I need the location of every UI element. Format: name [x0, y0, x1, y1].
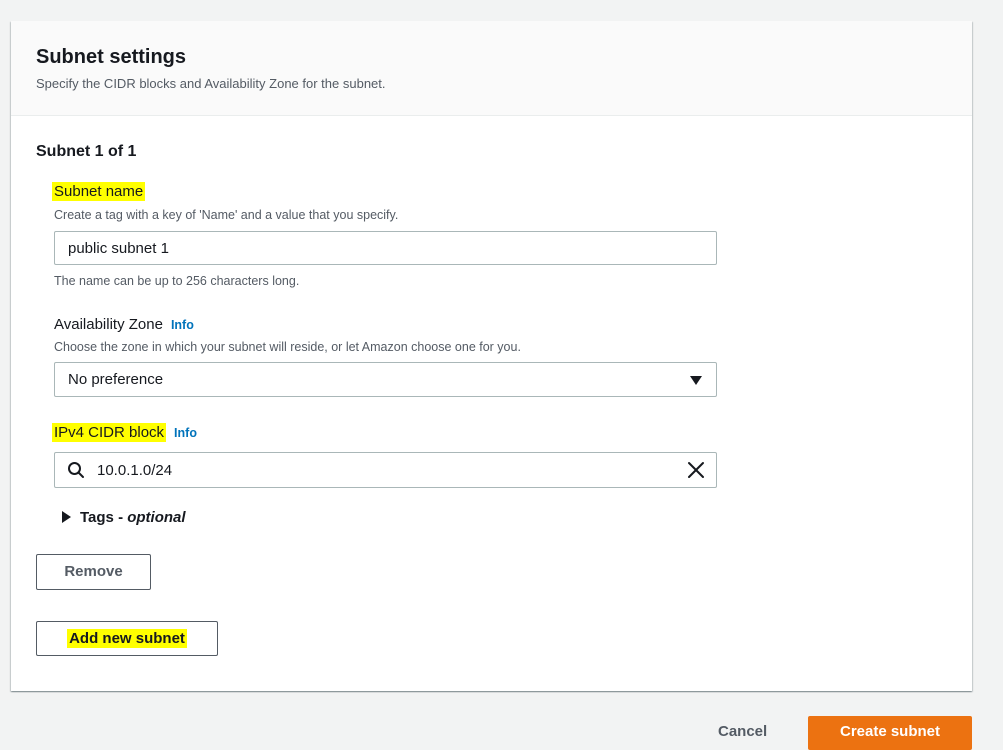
subnet-name-input[interactable]: public subnet 1 — [54, 231, 717, 265]
remove-button[interactable]: Remove — [36, 554, 151, 590]
create-subnet-button[interactable]: Create subnet — [808, 716, 972, 750]
availability-zone-selected: No preference — [68, 371, 164, 388]
add-new-subnet-label: Add new subnet — [67, 629, 187, 648]
availability-zone-select[interactable]: No preference — [54, 362, 717, 397]
add-new-subnet-button[interactable]: Add new subnet — [36, 621, 218, 656]
tags-expander[interactable]: Tags - optional — [62, 508, 186, 528]
tags-label: Tags - — [80, 509, 128, 526]
ipv4-cidr-info-link[interactable]: Info — [174, 426, 197, 440]
subnet-heading: Subnet 1 of 1 — [36, 143, 137, 160]
panel-description: Specify the CIDR blocks and Availability… — [36, 76, 386, 91]
subnet-name-value: public subnet 1 — [68, 240, 169, 257]
availability-zone-label-text: Availability Zone — [54, 316, 163, 333]
panel-header: Subnet settings Specify the CIDR blocks … — [11, 21, 972, 116]
subnet-name-description: Create a tag with a key of 'Name' and a … — [54, 208, 399, 222]
caret-right-icon — [62, 511, 71, 523]
subnet-settings-panel: Subnet settings Specify the CIDR blocks … — [11, 21, 972, 691]
search-icon — [68, 462, 84, 478]
panel-title: Subnet settings — [36, 46, 187, 68]
subnet-name-hint: The name can be up to 256 characters lon… — [54, 274, 300, 288]
ipv4-cidr-input[interactable]: 10.0.1.0/24 — [54, 452, 717, 488]
cancel-button[interactable]: Cancel — [718, 722, 767, 742]
subnet-name-label-text: Subnet name — [52, 182, 146, 201]
caret-down-icon — [690, 376, 702, 385]
ipv4-cidr-label: IPv4 CIDR block Info — [52, 423, 197, 443]
ipv4-cidr-value: 10.0.1.0/24 — [97, 462, 173, 479]
availability-zone-label: Availability Zone Info — [54, 315, 194, 335]
ipv4-cidr-label-text: IPv4 CIDR block — [52, 423, 167, 442]
tags-optional-label: optional — [127, 509, 186, 526]
availability-zone-description: Choose the zone in which your subnet wil… — [54, 340, 521, 354]
subnet-name-label: Subnet name — [52, 182, 146, 202]
clear-icon[interactable] — [687, 461, 705, 479]
availability-zone-info-link[interactable]: Info — [171, 318, 194, 332]
